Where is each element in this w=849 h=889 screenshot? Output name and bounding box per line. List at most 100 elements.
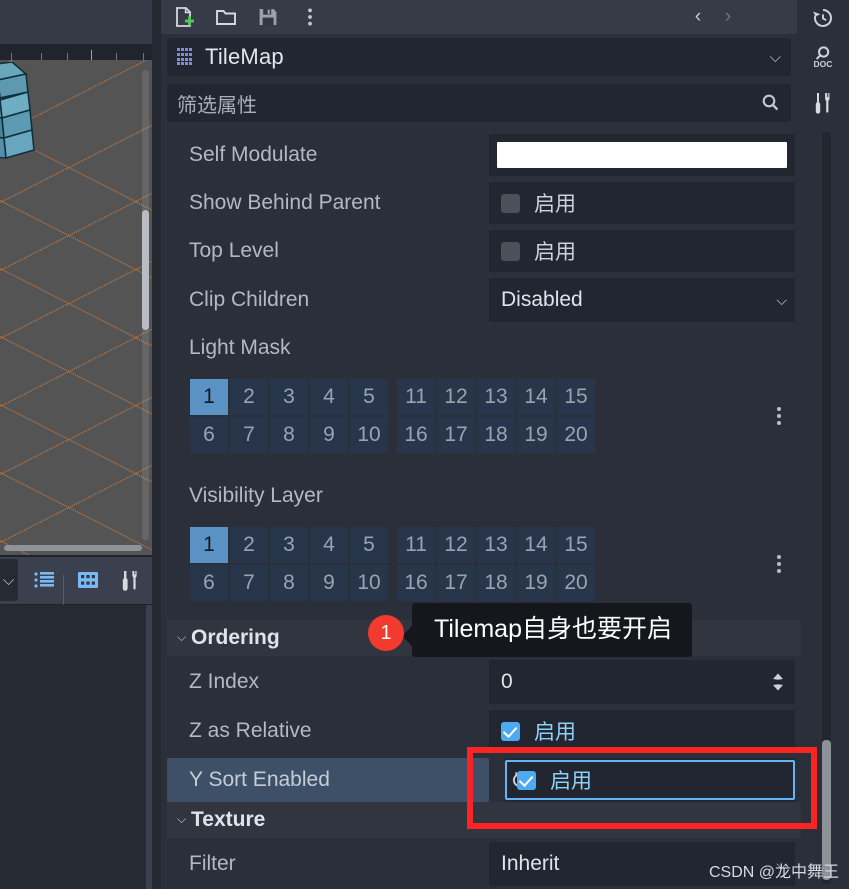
nav-forward-button[interactable]: › [715, 3, 741, 31]
search-icon [759, 92, 781, 114]
visibility-layer-grid[interactable]: 1 2 3 4 5 6 7 8 9 10 11 12 13 14 15 16 1… [167, 522, 801, 606]
layer-cell[interactable]: 6 [190, 417, 228, 453]
layer-cell[interactable]: 19 [517, 417, 555, 453]
layer-list-icon[interactable] [32, 568, 56, 592]
section-header-texture[interactable]: ⌵ Texture [167, 802, 801, 838]
layer-cell[interactable]: 2 [230, 527, 268, 563]
property-row-z-index[interactable]: Z Index 0 [167, 660, 801, 704]
kebab-menu-icon[interactable] [777, 555, 781, 573]
folder-open-icon[interactable] [211, 3, 241, 31]
inspector-scrollbar[interactable] [822, 132, 831, 884]
layer-group: 11 12 13 14 15 16 17 18 19 20 [397, 379, 595, 453]
checkbox-label: 启用 [550, 770, 592, 793]
property-row-show-behind-parent[interactable]: Show Behind Parent 启用 [167, 182, 801, 224]
checkbox-label: 启用 [534, 193, 576, 216]
layer-cell[interactable]: 5 [350, 379, 388, 415]
layer-cell[interactable]: 16 [397, 417, 435, 453]
layer-cell[interactable]: 8 [270, 565, 308, 601]
property-row-clip-children[interactable]: Clip Children Disabled ⌵ [167, 278, 801, 322]
layer-cell[interactable]: 11 [397, 379, 435, 415]
color-swatch[interactable] [497, 142, 787, 168]
property-row-top-level[interactable]: Top Level 启用 [167, 230, 801, 272]
layer-cell[interactable]: 6 [190, 565, 228, 601]
pane-divider[interactable] [152, 0, 161, 889]
layer-cell[interactable]: 1 [190, 379, 228, 415]
layer-cell[interactable]: 17 [437, 565, 475, 601]
layer-cell[interactable]: 15 [557, 527, 595, 563]
checkbox-label: 启用 [534, 241, 576, 264]
history-icon[interactable] [808, 3, 838, 33]
property-row-y-sort-enabled[interactable]: Y Sort Enabled 启用 [167, 758, 801, 802]
layer-cell[interactable]: 8 [270, 417, 308, 453]
layer-cell[interactable]: 2 [230, 379, 268, 415]
number-stepper[interactable] [771, 672, 785, 692]
canvas-vertical-scrollbar-thumb[interactable] [142, 210, 149, 330]
dropdown-value[interactable]: Disabled [489, 288, 583, 312]
layer-cell[interactable]: 11 [397, 527, 435, 563]
layer-cell[interactable]: 13 [477, 527, 515, 563]
layer-cell[interactable]: 10 [350, 417, 388, 453]
layer-cell[interactable]: 20 [557, 417, 595, 453]
layer-cell[interactable]: 17 [437, 417, 475, 453]
layer-cell[interactable]: 16 [397, 565, 435, 601]
tilemap-tools-icon[interactable] [118, 568, 142, 592]
layer-cell[interactable]: 9 [310, 417, 348, 453]
new-file-icon[interactable] [169, 3, 199, 31]
left-lower-panel [0, 605, 146, 889]
layer-cell[interactable]: 3 [270, 379, 308, 415]
property-label: Top Level [189, 239, 279, 262]
layer-cell[interactable]: 4 [310, 527, 348, 563]
light-mask-layer-grid[interactable]: 1 2 3 4 5 6 7 8 9 10 11 12 13 14 15 16 1… [167, 374, 801, 458]
brick-tile-sprite [0, 62, 44, 172]
number-value[interactable]: 0 [489, 670, 513, 694]
save-icon[interactable] [253, 3, 283, 31]
checkbox[interactable] [501, 721, 520, 741]
layer-cell[interactable]: 4 [310, 379, 348, 415]
layer-cell[interactable]: 1 [190, 527, 228, 563]
layer-cell[interactable]: 15 [557, 379, 595, 415]
kebab-menu-icon[interactable] [295, 3, 325, 31]
property-label: Z as Relative [189, 719, 312, 742]
node-selector[interactable]: TileMap ⌵ [167, 38, 791, 76]
grid-toggle-icon[interactable] [76, 568, 100, 592]
checkbox[interactable] [501, 193, 520, 213]
chevron-down-icon[interactable]: ⌵ [770, 49, 781, 66]
layer-cell[interactable]: 19 [517, 565, 555, 601]
checkbox[interactable] [517, 770, 536, 790]
canvas-vertical-scrollbar[interactable] [142, 70, 149, 540]
layer-cell[interactable]: 5 [350, 527, 388, 563]
property-label: Z Index [189, 670, 260, 693]
layer-cell[interactable]: 7 [230, 565, 268, 601]
property-row-z-as-relative[interactable]: Z as Relative 启用 [167, 710, 801, 752]
kebab-menu-icon[interactable] [777, 407, 781, 425]
property-filter[interactable]: 筛选属性 [167, 84, 791, 122]
layer-cell[interactable]: 20 [557, 565, 595, 601]
layer-cell[interactable]: 10 [350, 565, 388, 601]
search-input[interactable]: 筛选属性 [177, 89, 257, 118]
checkbox[interactable] [501, 241, 520, 261]
layer-cell[interactable]: 7 [230, 417, 268, 453]
dropdown-value[interactable]: Inherit [489, 852, 559, 876]
layer-row: 6 7 8 9 10 [190, 417, 388, 453]
property-row-self-modulate[interactable]: Self Modulate [167, 134, 801, 176]
chevron-down-icon: ⌵ [2, 571, 15, 589]
layer-cell[interactable]: 12 [437, 379, 475, 415]
tilemap-canvas[interactable] [0, 60, 152, 555]
nav-back-button[interactable]: ‹ [685, 3, 711, 31]
layer-cell[interactable]: 3 [270, 527, 308, 563]
chevron-down-icon[interactable]: ⌵ [776, 292, 787, 309]
property-row-visibility-layer: Visibility Layer [167, 476, 801, 516]
layer-cell[interactable]: 18 [477, 417, 515, 453]
layer-cell[interactable]: 12 [437, 527, 475, 563]
layer-cell[interactable]: 18 [477, 565, 515, 601]
canvas-horizontal-scrollbar[interactable] [4, 545, 142, 551]
search-docs-icon[interactable]: DOC [808, 42, 838, 72]
layer-cell[interactable]: 13 [477, 379, 515, 415]
layer-cell[interactable]: 9 [310, 565, 348, 601]
tilemap-grid-icon [177, 48, 195, 66]
layers-dropdown-button[interactable]: ⌵ [0, 559, 18, 601]
property-row-filter[interactable]: Filter Inherit ⌵ [167, 842, 801, 886]
layer-cell[interactable]: 14 [517, 527, 555, 563]
layer-cell[interactable]: 14 [517, 379, 555, 415]
tools-icon[interactable] [808, 88, 838, 118]
